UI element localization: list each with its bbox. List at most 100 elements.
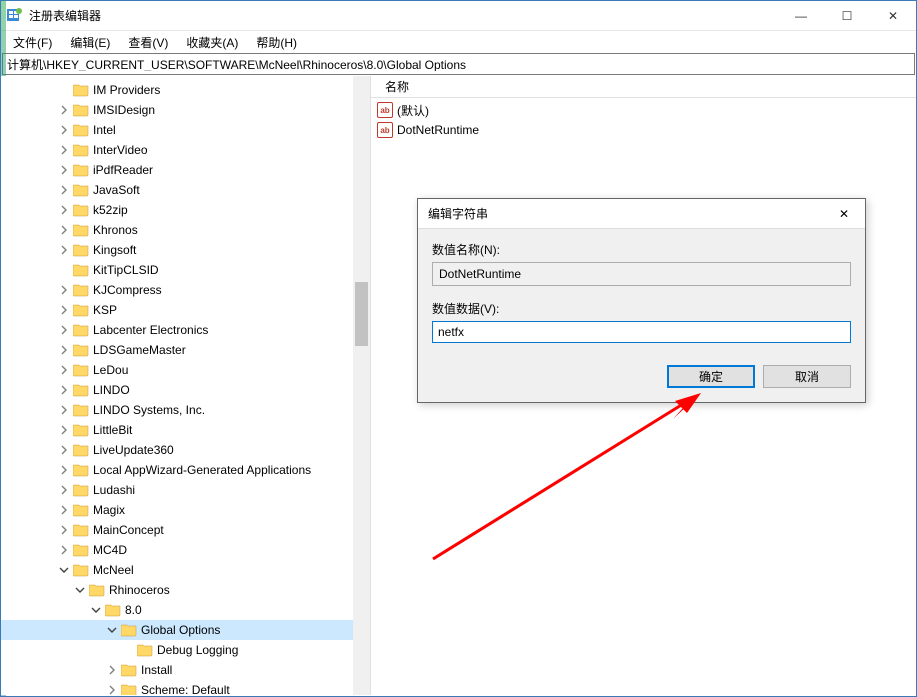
tree-item[interactable]: Intel [1, 120, 370, 140]
tree-item[interactable]: k52zip [1, 200, 370, 220]
expand-icon[interactable] [57, 363, 71, 377]
expand-icon[interactable] [57, 383, 71, 397]
collapse-icon[interactable] [57, 563, 71, 577]
menu-view[interactable]: 查看(V) [120, 32, 176, 53]
expand-icon[interactable] [57, 463, 71, 477]
titlebar: 注册表编辑器 — ☐ ✕ [1, 1, 916, 31]
minimize-button[interactable]: — [778, 1, 824, 31]
menu-favorites[interactable]: 收藏夹(A) [178, 32, 246, 53]
expand-icon[interactable] [57, 543, 71, 557]
expand-icon[interactable] [105, 683, 119, 695]
tree-item[interactable]: IM Providers [1, 80, 370, 100]
tree-item[interactable]: 8.0 [1, 600, 370, 620]
tree-item[interactable]: LINDO [1, 380, 370, 400]
collapse-icon[interactable] [89, 603, 103, 617]
expand-icon[interactable] [57, 123, 71, 137]
tree-item-label: IMSIDesign [93, 103, 155, 117]
expand-icon[interactable] [57, 343, 71, 357]
value-data-input[interactable] [438, 325, 845, 339]
expander-placeholder [121, 643, 135, 657]
folder-icon [73, 283, 89, 297]
expand-icon[interactable] [57, 523, 71, 537]
expand-icon[interactable] [57, 323, 71, 337]
expand-icon[interactable] [57, 483, 71, 497]
expand-icon[interactable] [57, 163, 71, 177]
folder-icon [73, 383, 89, 397]
folder-icon [137, 643, 153, 657]
tree-item[interactable]: Scheme: Default [1, 680, 370, 695]
expand-icon[interactable] [57, 283, 71, 297]
collapse-icon[interactable] [73, 583, 87, 597]
expand-icon[interactable] [57, 503, 71, 517]
tree-scrollbar[interactable] [353, 76, 370, 695]
expand-icon[interactable] [57, 303, 71, 317]
tree-item[interactable]: Kingsoft [1, 240, 370, 260]
folder-icon [73, 443, 89, 457]
column-headers[interactable]: 名称 [371, 76, 916, 98]
tree-item[interactable]: iPdfReader [1, 160, 370, 180]
tree-item[interactable]: MC4D [1, 540, 370, 560]
folder-icon [121, 663, 137, 677]
expand-icon[interactable] [57, 143, 71, 157]
tree-item[interactable]: IMSIDesign [1, 100, 370, 120]
close-button[interactable]: ✕ [870, 1, 916, 31]
column-name[interactable]: 名称 [377, 78, 417, 95]
tree-item[interactable]: Magix [1, 500, 370, 520]
expand-icon[interactable] [57, 443, 71, 457]
tree-item[interactable]: LDSGameMaster [1, 340, 370, 360]
menu-edit[interactable]: 编辑(E) [62, 32, 118, 53]
tree-item[interactable]: InterVideo [1, 140, 370, 160]
tree-item[interactable]: Install [1, 660, 370, 680]
value-name-label: 数值名称(N): [432, 241, 851, 258]
tree-item-label: JavaSoft [93, 183, 140, 197]
tree-item[interactable]: Local AppWizard-Generated Applications [1, 460, 370, 480]
tree-item[interactable]: LeDou [1, 360, 370, 380]
collapse-icon[interactable] [105, 623, 119, 637]
tree-item[interactable]: KitTipCLSID [1, 260, 370, 280]
expand-icon[interactable] [57, 423, 71, 437]
value-data-field[interactable] [432, 321, 851, 343]
tree-item[interactable]: LittleBit [1, 420, 370, 440]
dialog-titlebar[interactable]: 编辑字符串 ✕ [418, 199, 865, 229]
tree-item[interactable]: KJCompress [1, 280, 370, 300]
expand-icon[interactable] [105, 663, 119, 677]
folder-icon [73, 303, 89, 317]
address-bar[interactable] [2, 53, 915, 75]
value-name-field: DotNetRuntime [432, 262, 851, 286]
expand-icon[interactable] [57, 183, 71, 197]
dialog-close-button[interactable]: ✕ [829, 200, 859, 228]
tree-item[interactable]: Rhinoceros [1, 580, 370, 600]
tree-item-label: KSP [93, 303, 117, 317]
address-input[interactable] [7, 57, 910, 71]
registry-tree[interactable]: IM Providers IMSIDesign IntelInterVideoiPd… [1, 76, 370, 695]
scrollbar-thumb[interactable] [355, 282, 368, 346]
expand-icon[interactable] [57, 243, 71, 257]
value-name: DotNetRuntime [397, 123, 479, 137]
ok-button[interactable]: 确定 [667, 365, 755, 388]
tree-item[interactable]: JavaSoft [1, 180, 370, 200]
tree-item[interactable]: Debug Logging [1, 640, 370, 660]
value-row[interactable]: abDotNetRuntime [371, 120, 916, 140]
cancel-button[interactable]: 取消 [763, 365, 851, 388]
tree-item[interactable]: LINDO Systems, Inc. [1, 400, 370, 420]
tree-item-label: MC4D [93, 543, 127, 557]
expand-icon[interactable] [57, 203, 71, 217]
folder-icon [89, 583, 105, 597]
value-row[interactable]: ab(默认) [371, 100, 916, 120]
maximize-button[interactable]: ☐ [824, 1, 870, 31]
tree-item-label: McNeel [93, 563, 134, 577]
menu-help[interactable]: 帮助(H) [248, 32, 305, 53]
tree-item[interactable]: McNeel [1, 560, 370, 580]
tree-pane: IM Providers IMSIDesign IntelInterVideoiPd… [1, 76, 371, 695]
menu-file[interactable]: 文件(F) [5, 32, 60, 53]
tree-item[interactable]: Ludashi [1, 480, 370, 500]
tree-item[interactable]: LiveUpdate360 [1, 440, 370, 460]
expand-icon[interactable] [57, 103, 71, 117]
tree-item[interactable]: MainConcept [1, 520, 370, 540]
tree-item[interactable]: Khronos [1, 220, 370, 240]
tree-item[interactable]: Global Options [1, 620, 370, 640]
tree-item[interactable]: KSP [1, 300, 370, 320]
tree-item[interactable]: Labcenter Electronics [1, 320, 370, 340]
expand-icon[interactable] [57, 223, 71, 237]
expand-icon[interactable] [57, 403, 71, 417]
